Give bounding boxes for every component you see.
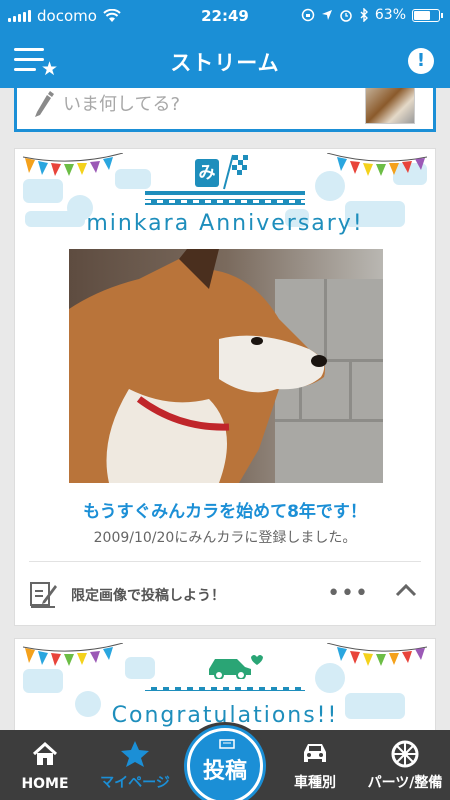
composer-photo-thumbnail[interactable] (365, 88, 415, 124)
alarm-icon (340, 10, 352, 22)
tab-bar: HOME マイページ 投稿 車種別 パーツ/整備 (0, 722, 450, 800)
dog-photo[interactable] (69, 249, 383, 483)
page-title: ストリーム (170, 51, 280, 75)
compose-icon[interactable] (29, 577, 57, 609)
post-button-label: 投稿 (202, 759, 247, 784)
status-bar: docomo 22:49 63% (0, 0, 450, 34)
tab-car-models-label: 車種別 (294, 775, 336, 791)
battery-icon (412, 8, 443, 22)
star-icon (121, 741, 149, 767)
anniversary-title: minkara Anniversary! (86, 211, 364, 236)
minkara-logo: み (15, 154, 435, 207)
status-right: 63% (301, 7, 443, 23)
notice-icon[interactable]: ! (408, 48, 434, 74)
stream-content: いま何してる? み minkara Anniversary! もうすぐみんカラを… (0, 88, 450, 730)
registration-date-text: 2009/10/20にみんカラに登録しました。 (93, 530, 357, 546)
status-composer[interactable]: いま何してる? (14, 88, 436, 132)
tab-post[interactable]: 投稿 (181, 722, 269, 800)
congratulations-card: Congratulations!! (14, 638, 436, 730)
right-bunting (326, 642, 428, 667)
checkered-flag-icon (223, 154, 248, 190)
rotation-lock-icon (301, 8, 315, 22)
tab-mypage[interactable]: マイページ (90, 730, 180, 800)
home-icon (32, 741, 58, 765)
battery-percent: 63% (374, 7, 406, 23)
card-divider (29, 561, 421, 562)
anniversary-headline: もうすぐみんカラを始めて8年です！ (83, 502, 367, 522)
wheel-icon (391, 740, 419, 768)
tab-parts[interactable]: パーツ/整備 (360, 730, 450, 800)
post-icon (219, 739, 235, 749)
car-heart-icon (209, 655, 263, 679)
left-bunting (22, 642, 124, 667)
tab-home[interactable]: HOME (0, 730, 90, 800)
tab-mypage-label: マイページ (100, 775, 170, 791)
bluetooth-icon (360, 8, 368, 22)
car-icon (304, 744, 326, 762)
pencil-icon (35, 91, 54, 117)
card-footer: 限定画像で投稿しよう！ ••• (15, 563, 435, 623)
anniversary-card: み minkara Anniversary! もうすぐみんカラを始めて8年です！… (14, 148, 436, 626)
tab-car-models[interactable]: 車種別 (270, 730, 360, 800)
more-options-button[interactable]: ••• (327, 581, 369, 606)
tab-parts-label: パーツ/整備 (367, 775, 443, 791)
tab-home-label: HOME (21, 776, 69, 792)
nav-bar: ★ ストリーム ! (0, 34, 450, 88)
minkara-logo-mark: み (195, 159, 219, 187)
post-button[interactable]: 投稿 (187, 728, 263, 800)
composer-placeholder: いま何してる? (63, 94, 181, 115)
location-icon (321, 10, 332, 20)
post-limited-image-link[interactable]: 限定画像で投稿しよう！ (71, 585, 225, 605)
chevron-up-icon[interactable] (395, 583, 417, 597)
